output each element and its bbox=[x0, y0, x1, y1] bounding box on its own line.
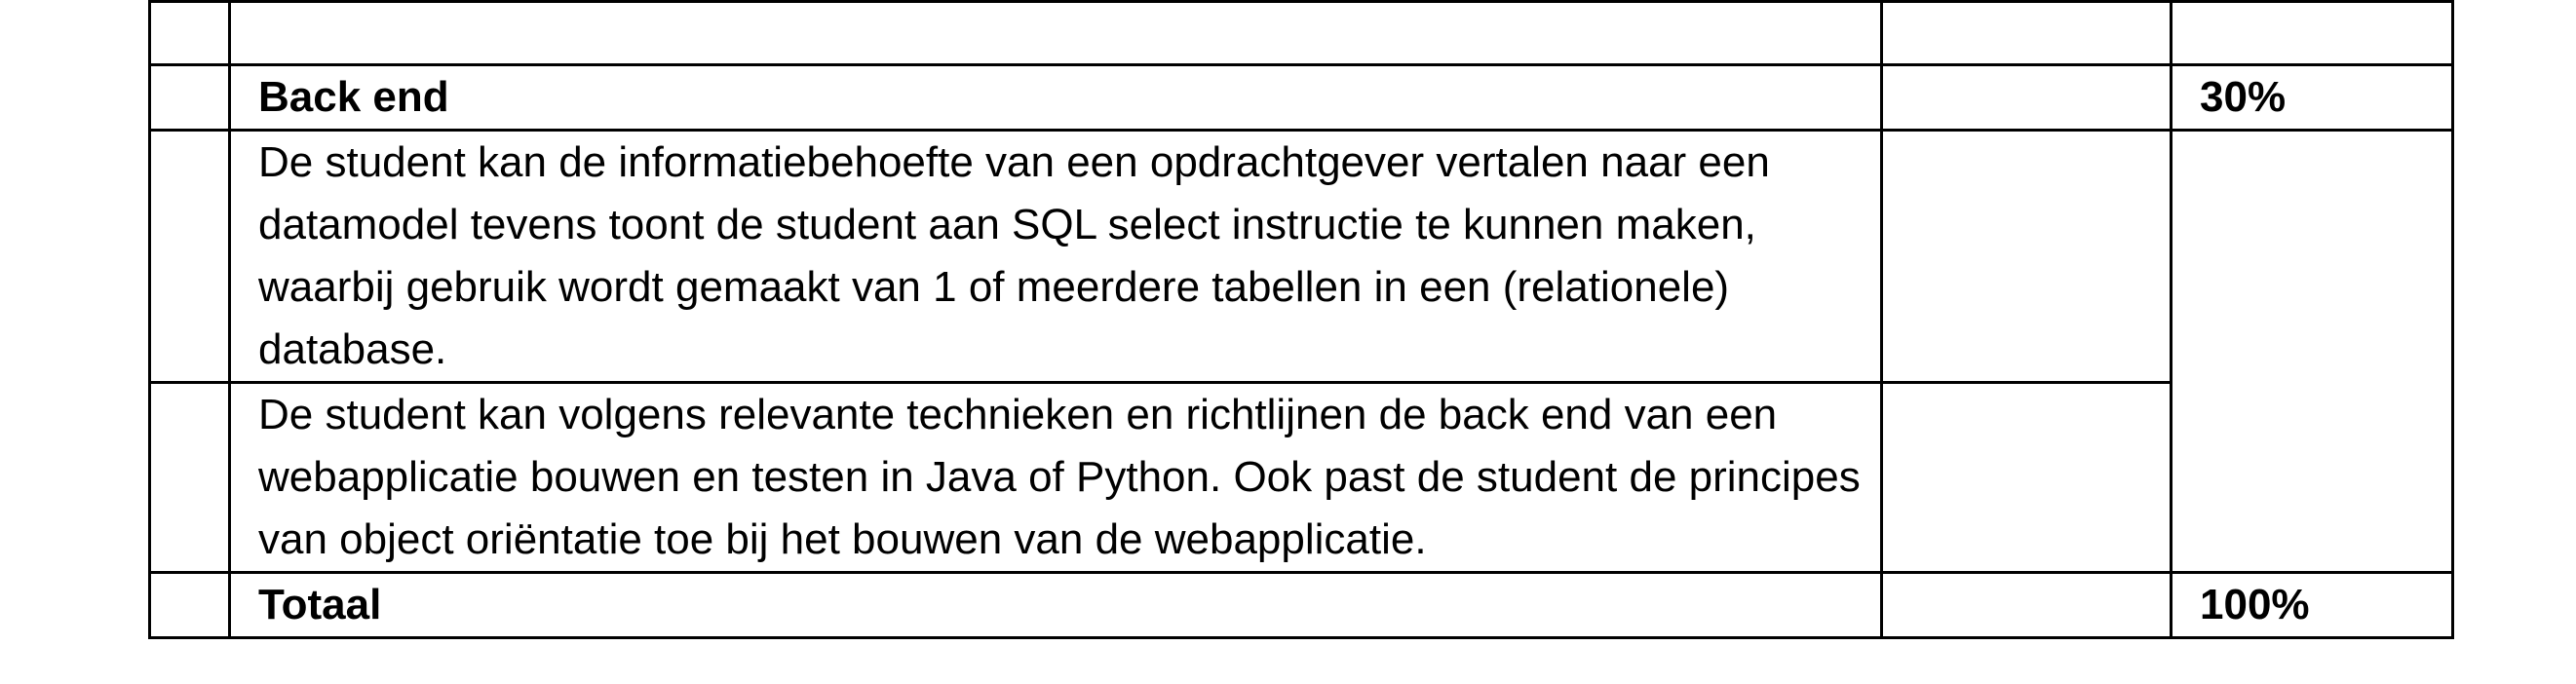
criterion-row: De student kan de informatiebehoefte van… bbox=[148, 129, 2454, 574]
empty-cell-2 bbox=[228, 0, 1883, 66]
empty-cell-1 bbox=[148, 0, 231, 66]
total-label: Totaal bbox=[228, 571, 1883, 639]
score-cell bbox=[1880, 63, 2172, 132]
score-cell bbox=[1880, 381, 2172, 574]
empty-cell-4 bbox=[2170, 0, 2454, 66]
total-weight: 100% bbox=[2170, 571, 2454, 639]
section-header-row: Back end 30% bbox=[148, 63, 2454, 132]
total-row: Totaal 100% bbox=[148, 571, 2454, 639]
empty-row bbox=[148, 0, 2454, 66]
empty-cell-3 bbox=[1880, 0, 2172, 66]
row-marker-cell bbox=[148, 129, 231, 384]
score-cell bbox=[1880, 129, 2172, 384]
criterion-text: De student kan de informatiebehoefte van… bbox=[258, 138, 1770, 373]
row-marker-cell bbox=[148, 63, 231, 132]
weight-merged-cell bbox=[2170, 129, 2454, 574]
section-title: Back end bbox=[228, 63, 1883, 132]
assessment-table: Back end 30% De student kan de informati… bbox=[148, 0, 2454, 639]
row-marker-cell bbox=[148, 381, 231, 574]
criterion-row: De student kan volgens relevante technie… bbox=[148, 381, 2453, 574]
criterion-text: De student kan volgens relevante technie… bbox=[258, 391, 1861, 563]
section-weight: 30% bbox=[2170, 63, 2454, 132]
row-marker-cell bbox=[148, 571, 231, 639]
criterion-text-cell: De student kan de informatiebehoefte van… bbox=[228, 129, 1883, 384]
criterion-text-cell: De student kan volgens relevante technie… bbox=[228, 381, 1883, 574]
score-cell bbox=[1880, 571, 2172, 639]
